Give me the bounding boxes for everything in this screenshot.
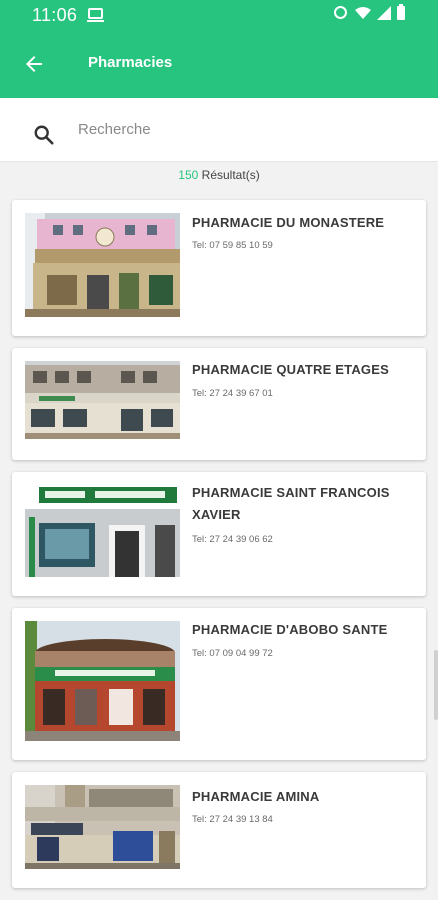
battery-icon [397,4,405,20]
pharmacy-card[interactable]: PHARMACIE QUATRE ETAGES Tel: 27 24 39 67… [12,348,426,460]
pharmacy-photo [25,621,180,741]
pharmacy-name: PHARMACIE AMINA [192,789,320,804]
pharmacy-photo [25,785,180,869]
search-icon[interactable] [33,124,55,146]
pharmacy-phone: Tel: 27 24 39 67 01 [192,388,273,399]
pharmacy-photo [25,485,180,577]
app-bar: Pharmacies [0,30,438,98]
pharmacy-name: PHARMACIE SAINT FRANCOIS XAVIER [192,485,390,522]
results-number: 150 [178,168,199,182]
search-bar [0,98,438,162]
search-input[interactable] [78,116,408,142]
pharmacy-photo [25,213,180,317]
alarm-icon [334,6,347,19]
wifi-icon [355,7,371,19]
pharmacy-name: PHARMACIE D'ABOBO SANTE [192,622,388,637]
pharmacy-name: PHARMACIE DU MONASTERE [192,215,385,230]
pharmacy-photo [25,361,180,439]
pharmacy-phone: Tel: 27 24 39 13 84 [192,814,273,825]
status-time: 11:06 [32,5,78,25]
signal-icon [377,6,391,20]
page-title: Pharmacies [88,54,173,71]
pharmacy-phone: Tel: 07 09 04 99 72 [192,648,273,659]
pharmacy-card[interactable]: PHARMACIE DU MONASTERE Tel: 07 59 85 10 … [12,200,426,336]
pharmacy-name: PHARMACIE QUATRE ETAGES [192,362,389,377]
results-count: 150 Résultat(s) [0,168,438,182]
status-bar: 11:06 [0,0,438,30]
pharmacy-phone: Tel: 27 24 39 06 62 [192,534,273,545]
results-label: Résultat(s) [201,168,260,182]
pharmacy-card[interactable]: PHARMACIE SAINT FRANCOIS XAVIER Tel: 27 … [12,472,426,596]
scroll-indicator[interactable] [434,650,438,720]
back-arrow-icon[interactable] [22,52,46,76]
pharmacy-phone: Tel: 07 59 85 10 59 [192,240,273,251]
pharmacy-card[interactable]: PHARMACIE AMINA Tel: 27 24 39 13 84 [12,772,426,888]
pharmacy-card[interactable]: PHARMACIE D'ABOBO SANTE Tel: 07 09 04 99… [12,608,426,760]
screen-cast-icon [87,8,104,22]
